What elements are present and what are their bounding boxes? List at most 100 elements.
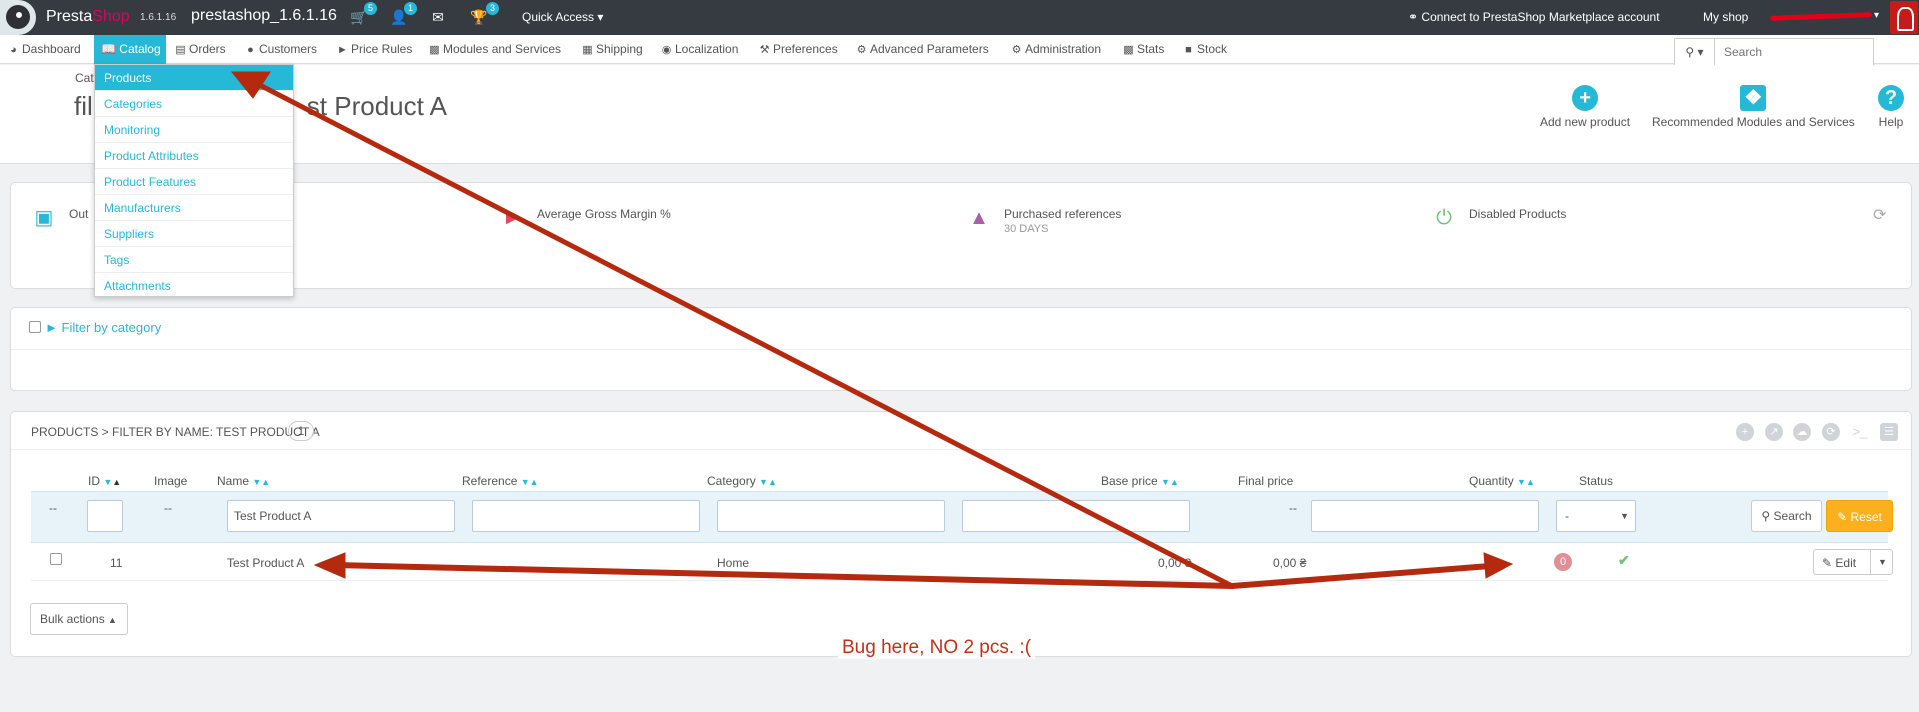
submenu-suppliers[interactable]: Suppliers	[95, 221, 293, 247]
col-reference[interactable]: Reference ▼▲	[462, 474, 539, 488]
row-category[interactable]: Home	[717, 556, 749, 570]
search-icon: ⚲	[1761, 509, 1771, 523]
submenu-monitoring[interactable]: Monitoring	[95, 117, 293, 143]
envelope-icon[interactable]: ✉	[430, 9, 446, 25]
help-button[interactable]: ? Help	[1878, 85, 1904, 129]
col-base-price[interactable]: Base price ▼▲	[1101, 474, 1179, 488]
archive-icon: ■	[1185, 44, 1192, 56]
cart-icon[interactable]: 🛒	[350, 9, 367, 25]
menu-administration[interactable]: ⚙ Administration	[1010, 42, 1101, 56]
trophy-icon[interactable]: 🏆	[470, 9, 487, 25]
menu-orders-label: Orders	[189, 42, 226, 56]
submenu-product-attributes[interactable]: Product Attributes	[95, 143, 293, 169]
customer-icon[interactable]: 👤	[390, 9, 407, 25]
sort-icon[interactable]: ▼▲	[1517, 477, 1535, 487]
table-row[interactable]: 11 Test Product A Home 0,00 ₴ 0,00 ₴ 0 ✔…	[31, 543, 1893, 581]
col-category[interactable]: Category ▼▲	[707, 474, 777, 488]
marketplace-label: Connect to PrestaShop Marketplace accoun…	[1421, 10, 1660, 24]
menu-dashboard[interactable]: ◕ Dashboard	[7, 42, 81, 56]
filter-quantity-input[interactable]	[1311, 500, 1539, 532]
status-enabled-check-icon[interactable]: ✔	[1618, 552, 1630, 569]
row-name[interactable]: Test Product A	[227, 556, 304, 570]
my-shop-link[interactable]: My shop	[1703, 10, 1748, 24]
export-icon[interactable]: ↗	[1765, 423, 1783, 441]
menu-stock[interactable]: ■ Stock	[1182, 42, 1227, 56]
submenu-products[interactable]: Products	[95, 65, 293, 91]
menu-localization[interactable]: ◉ Localization	[660, 42, 739, 56]
book-icon: 📖	[101, 42, 116, 56]
menu-catalog-label: Catalog	[119, 42, 161, 56]
menu-advanced-parameters[interactable]: ⚙ Advanced Parameters	[855, 42, 989, 56]
filter-reference-input[interactable]	[472, 500, 700, 532]
caret-up-icon: ▲	[108, 615, 117, 625]
col-quantity[interactable]: Quantity ▼▲	[1469, 474, 1535, 488]
recommended-modules-button[interactable]: ❖ Recommended Modules and Services	[1652, 85, 1855, 129]
row-final-price[interactable]: 0,00 ₴	[1273, 556, 1306, 570]
menu-shipping[interactable]: ▦ Shipping	[581, 42, 642, 56]
puzzle-icon: ❖	[1740, 85, 1767, 111]
users-icon: ●	[247, 44, 254, 56]
shop-name-link[interactable]: prestashop_1.6.1.16	[191, 7, 337, 25]
breadcrumb[interactable]: Cat	[75, 71, 94, 85]
menu-modules[interactable]: ▩ Modules and Services	[428, 42, 561, 56]
col-id[interactable]: ID ▼▲	[88, 474, 121, 488]
submenu-manufacturers[interactable]: Manufacturers	[95, 195, 293, 221]
submenu-tags[interactable]: Tags	[95, 247, 293, 273]
row-checkbox[interactable]	[50, 553, 62, 565]
sort-icon[interactable]: ▼▲	[252, 477, 270, 487]
search-type-button[interactable]: ⚲ ▾	[1675, 39, 1715, 65]
sql-query-icon[interactable]: >_	[1851, 423, 1869, 441]
edit-button[interactable]: ✎ Edit ▼	[1813, 549, 1893, 575]
add-new-product-button[interactable]: + Add new product	[1540, 85, 1630, 129]
sort-asc-icon[interactable]: ▲	[112, 477, 121, 487]
add-product-icon[interactable]: +	[1736, 423, 1754, 441]
refresh-list-icon[interactable]: ⟳	[1822, 423, 1840, 441]
row-id[interactable]: 11	[110, 556, 122, 570]
menu-orders[interactable]: ▤ Orders	[174, 42, 226, 56]
menu-customers[interactable]: ● Customers	[244, 42, 317, 56]
menu-catalog[interactable]: 📖 Catalog	[94, 35, 166, 64]
row-quantity-badge[interactable]: 0	[1554, 553, 1572, 571]
menu-customers-label: Customers	[259, 42, 318, 56]
filter-category-checkbox[interactable]	[29, 321, 41, 333]
edit-button-label: Edit	[1835, 556, 1857, 570]
filter-base-price-input[interactable]	[962, 500, 1190, 532]
search-input[interactable]	[1716, 39, 1873, 65]
menu-preferences[interactable]: ⚒ Preferences	[758, 42, 838, 56]
cloud-upload-icon[interactable]: ☁	[1793, 423, 1811, 441]
filter-by-category[interactable]: ► Filter by category	[29, 320, 161, 335]
database-icon[interactable]: ☰	[1880, 423, 1898, 441]
refresh-icon[interactable]: ⟳	[1873, 205, 1886, 225]
brand-name[interactable]: PrestaShop	[46, 8, 130, 26]
trophy-badge: 3	[486, 2, 499, 15]
submenu-categories[interactable]: Categories	[95, 91, 293, 117]
caret-down-icon: ▾	[1697, 45, 1704, 59]
filter-row: -- -- Test Product A -- - ▼ ⚲ Search ✎ Re…	[31, 491, 1893, 543]
filter-id-input[interactable]	[87, 500, 123, 532]
sort-icon[interactable]: ▼▲	[759, 477, 777, 487]
avatar[interactable]	[1890, 1, 1918, 34]
edit-dropdown-caret-icon[interactable]: ▼	[1870, 550, 1894, 574]
filter-category-input[interactable]	[717, 500, 945, 532]
products-panel-heading: Products > Filter by name: Test Product …	[31, 425, 320, 439]
menu-stats[interactable]: ▩ Stats	[1122, 42, 1164, 56]
sort-icon[interactable]: ▼▲	[1161, 477, 1179, 487]
reset-button[interactable]: ✎ Reset	[1826, 500, 1893, 532]
filter-status-select[interactable]: - ▼	[1556, 500, 1636, 532]
marketplace-connect-link[interactable]: ⚭ Connect to PrestaShop Marketplace acco…	[1408, 10, 1660, 24]
brand-presta: Presta	[46, 8, 93, 25]
sort-icon[interactable]: ▼▲	[521, 477, 539, 487]
employee-caret-icon[interactable]: ▾	[1874, 10, 1879, 21]
bulk-actions-button[interactable]: Bulk actions ▲	[30, 603, 128, 635]
col-name[interactable]: Name ▼▲	[217, 474, 270, 488]
search-button[interactable]: ⚲ Search	[1751, 500, 1822, 532]
row-base-price[interactable]: 0,00 ₴	[1158, 556, 1191, 570]
menu-price-rules[interactable]: ► Price Rules	[336, 42, 412, 56]
col-final-price: Final price	[1238, 474, 1294, 488]
filter-name-input[interactable]: Test Product A	[227, 500, 455, 532]
quick-access-menu[interactable]: Quick Access ▾	[522, 10, 603, 24]
submenu-product-features[interactable]: Product Features	[95, 169, 293, 195]
sort-icon[interactable]: ▼	[103, 477, 112, 487]
submenu-attachments[interactable]: Attachments	[95, 273, 293, 299]
prestashop-logo-icon[interactable]	[0, 0, 36, 35]
